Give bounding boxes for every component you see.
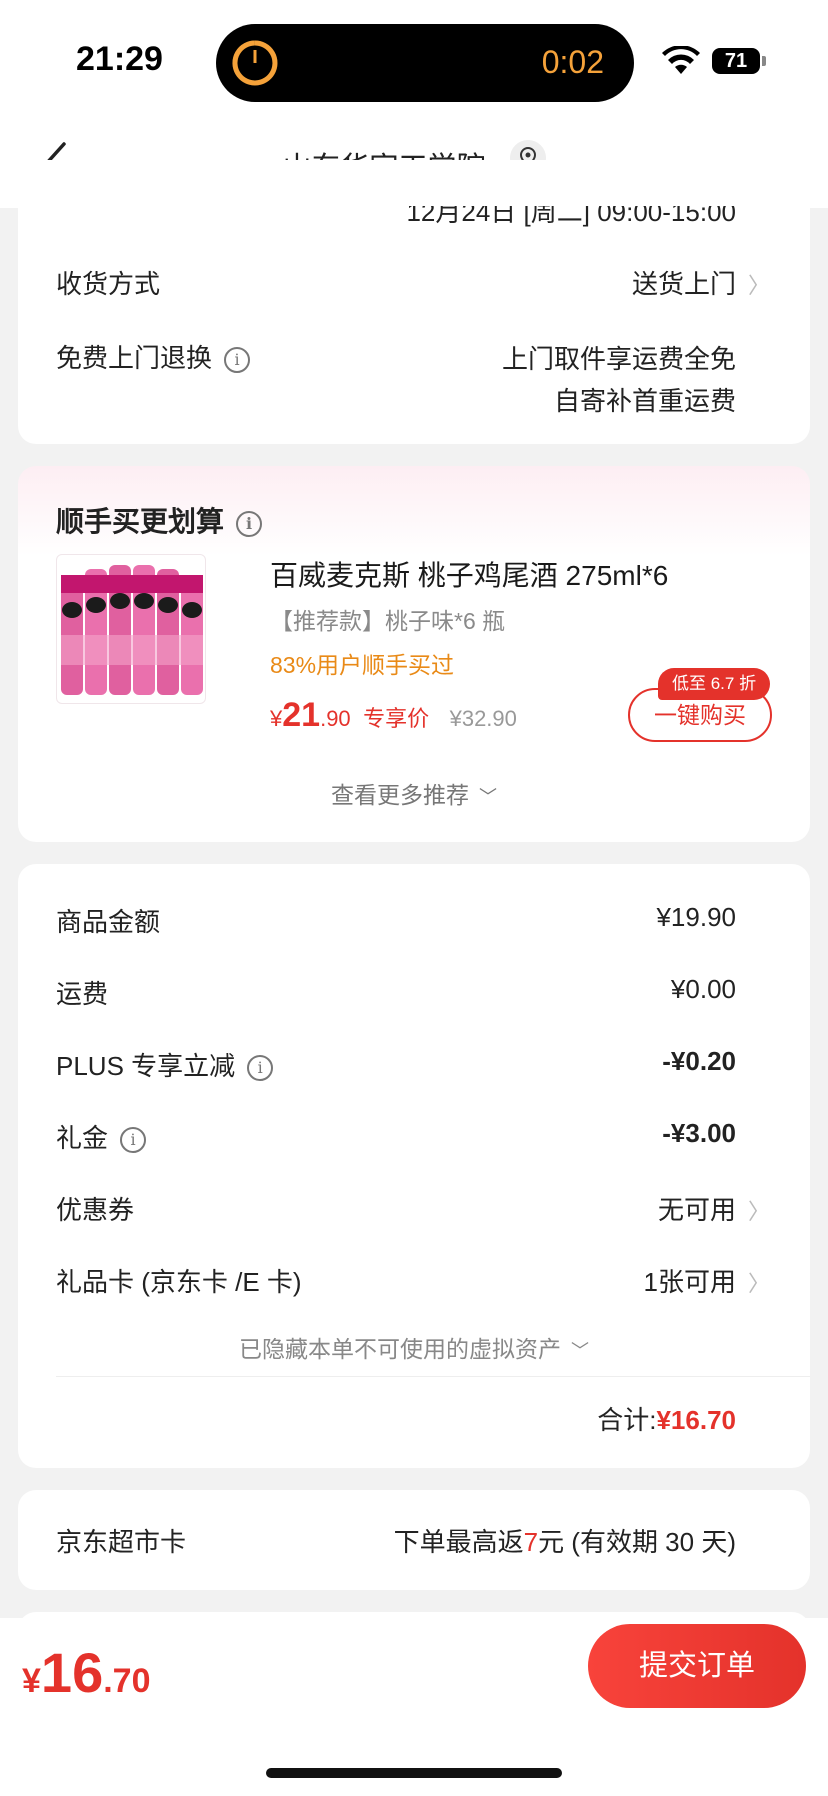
summary-value: -¥3.00: [662, 1118, 736, 1148]
price-symbol: ¥: [270, 706, 283, 731]
bought-text: 83%用户顺手买过: [270, 652, 455, 678]
chevron-down-icon: ﹀: [479, 787, 497, 807]
delivery-method-value: 送货上门: [631, 269, 736, 299]
free-return-label: 免费上门退换: [56, 343, 213, 373]
home-indicator: [266, 1768, 562, 1778]
summary-value: 1张可用: [643, 1267, 736, 1297]
see-more-label: 查看更多推荐: [331, 782, 469, 808]
timer-icon: [232, 40, 278, 86]
supermarket-value-post: 元 (有效期 30 天): [538, 1527, 736, 1557]
summary-row-gift-card[interactable]: 礼品卡 (京东卡 /E 卡) 1张可用〉: [56, 1262, 770, 1298]
bottom-price-symbol: ¥: [22, 1662, 41, 1700]
chevron-down-icon: ﹀: [571, 1341, 589, 1361]
submit-order-button[interactable]: 提交订单: [588, 1624, 806, 1708]
status-bar: 21:29 0:02 71: [0, 0, 828, 120]
supermarket-card: 京东超市卡 下单最高返7元 (有效期 30 天): [18, 1490, 810, 1590]
summary-row-goods: 商品金额 ¥19.90: [56, 902, 770, 938]
product-spec: 【推荐款】桃子味*6 瓶: [270, 608, 506, 634]
info-icon[interactable]: i: [247, 1055, 274, 1081]
supermarket-row: 京东超市卡 下单最高返7元 (有效期 30 天): [56, 1522, 770, 1558]
product-image[interactable]: [56, 554, 206, 704]
upsell-title-wrap: 顺手买更划算 i: [56, 500, 263, 540]
upsell-card: 顺手买更划算 i 百威麦克斯 桃子鸡尾酒 275ml*6 【推荐款】桃子味*6 …: [18, 466, 810, 842]
dynamic-island[interactable]: 0:02: [216, 24, 634, 102]
price-summary-card: 商品金额 ¥19.90 运费 ¥0.00 PLUS 专享立减 i -¥0.20 礼…: [18, 864, 810, 1468]
summary-value: ¥19.90: [656, 902, 736, 932]
supermarket-value-pre: 下单最高返: [393, 1527, 524, 1557]
bottom-bar: ¥16.70 提交订单: [0, 1618, 828, 1796]
discount-tag: 低至 6.7 折: [658, 668, 771, 700]
free-return-row: 免费上门退换 i 上门取件享运费全免 自寄补首重运费: [56, 338, 770, 428]
bottles-image: [61, 565, 203, 695]
summary-row-shipping: 运费 ¥0.00: [56, 974, 770, 1010]
status-time: 21:29: [76, 40, 163, 78]
price-int: 21: [282, 696, 321, 734]
wifi-icon: [662, 46, 700, 74]
summary-label-wrap: PLUS 专享立减 i: [56, 1046, 274, 1083]
summary-label-wrap: 礼金 i: [56, 1118, 147, 1155]
delivery-card: 12月24日 [周二] 09:00-15:00 收货方式 送货上门〉 免费上门退…: [18, 160, 810, 444]
price-dec: .90: [320, 706, 351, 731]
total-label: 合计:: [597, 1405, 657, 1435]
supermarket-value-num: 7: [523, 1527, 539, 1557]
summary-value-wrap: 无可用〉: [658, 1190, 770, 1227]
bottom-price-dec: .70: [103, 1662, 151, 1700]
summary-value: ¥0.00: [670, 974, 736, 1004]
see-more-recommendations[interactable]: 查看更多推荐 ﹀: [18, 776, 810, 810]
free-return-line1: 上门取件享运费全免: [501, 344, 736, 374]
supermarket-label: 京东超市卡: [56, 1527, 187, 1557]
hidden-assets-toggle[interactable]: 已隐藏本单不可使用的虚拟资产 ﹀: [18, 1330, 810, 1364]
summary-label: PLUS 专享立减: [56, 1051, 236, 1081]
delivery-date-partial: 12月24日 [周二] 09:00-15:00: [406, 197, 736, 227]
summary-label: 商品金额: [56, 907, 161, 937]
info-icon[interactable]: i: [236, 511, 263, 537]
summary-row-coupon[interactable]: 优惠券 无可用〉: [56, 1190, 770, 1226]
summary-row-plus: PLUS 专享立减 i -¥0.20: [56, 1046, 770, 1082]
battery-tip: [762, 56, 766, 66]
summary-label: 礼品卡 (京东卡 /E 卡): [56, 1267, 302, 1297]
bottom-price-int: 16: [40, 1641, 104, 1704]
upsell-price: ¥21.90 专享价 ¥32.90: [270, 696, 517, 735]
free-return-value: 上门取件享运费全免 自寄补首重运费: [502, 338, 736, 422]
chevron-right-icon: 〉: [747, 1271, 770, 1296]
summary-row-gift-money: 礼金 i -¥3.00: [56, 1118, 770, 1154]
chevron-right-icon: 〉: [747, 1199, 770, 1224]
summary-value-wrap: 1张可用〉: [644, 1262, 770, 1299]
info-icon[interactable]: i: [224, 347, 251, 373]
upsell-title: 顺手买更划算: [56, 506, 225, 537]
price-label: 专享价: [363, 706, 430, 731]
product-name[interactable]: 百威麦克斯 桃子鸡尾酒 275ml*6: [270, 554, 668, 594]
divider: [56, 1376, 810, 1377]
summary-label: 礼金: [56, 1123, 109, 1153]
hidden-assets-label: 已隐藏本单不可使用的虚拟资产: [239, 1336, 561, 1362]
total-value: ¥16.70: [656, 1405, 736, 1435]
summary-label: 运费: [56, 979, 109, 1009]
free-return-line2: 自寄补首重运费: [553, 386, 736, 416]
chevron-right-icon: 〉: [747, 273, 770, 298]
supermarket-value: 下单最高返7元 (有效期 30 天): [394, 1522, 736, 1559]
info-icon[interactable]: i: [120, 1127, 147, 1153]
delivery-method-label: 收货方式: [56, 269, 161, 299]
summary-value: -¥0.20: [662, 1046, 736, 1076]
summary-total: 合计:¥16.70: [597, 1400, 736, 1437]
free-return-label-wrap: 免费上门退换 i: [56, 338, 251, 375]
summary-value: 无可用: [657, 1195, 736, 1225]
timer-text: 0:02: [541, 44, 604, 80]
delivery-method-row[interactable]: 收货方式 送货上门〉: [56, 264, 770, 304]
summary-label: 优惠券: [56, 1195, 135, 1225]
delivery-method-value-wrap: 送货上门〉: [632, 264, 770, 301]
bottom-total-price: ¥16.70: [22, 1640, 150, 1705]
original-price: ¥32.90: [449, 706, 517, 731]
battery-icon: 71: [712, 48, 760, 74]
